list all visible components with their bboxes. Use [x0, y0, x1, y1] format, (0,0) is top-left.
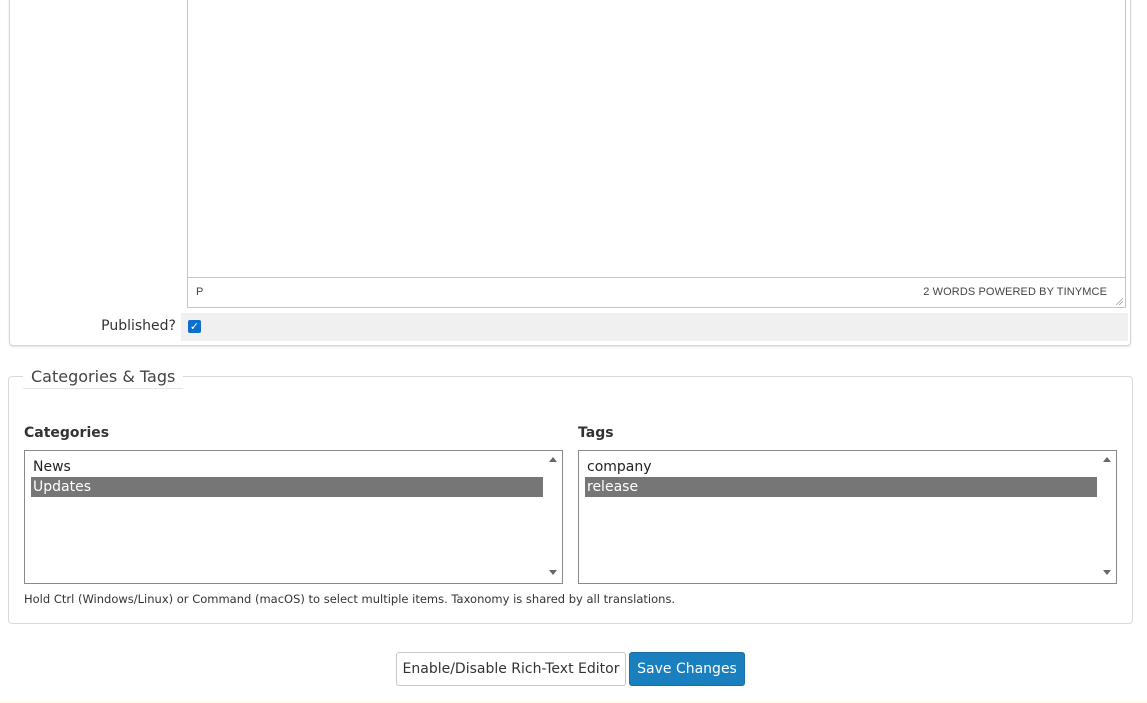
published-label: Published? [101, 318, 176, 334]
toggle-rich-text-editor-button[interactable]: Enable/Disable Rich-Text Editor [396, 652, 626, 686]
scroll-up-icon[interactable] [1103, 457, 1111, 462]
scroll-up-icon[interactable] [549, 457, 557, 462]
word-count: 2 WORDS POWERED BY TINYMCE [923, 286, 1107, 298]
save-changes-button[interactable]: Save Changes [629, 652, 745, 686]
scroll-down-icon[interactable] [1103, 570, 1111, 575]
published-row: Published? ✓ [10, 313, 1128, 341]
list-item-selected[interactable]: Updates [31, 477, 543, 497]
editor-statusbar: P 2 WORDS POWERED BY TINYMCE [188, 277, 1125, 307]
published-field: ✓ [181, 313, 1128, 341]
editor-content-area[interactable] [188, 0, 1125, 279]
scroll-down-icon[interactable] [549, 570, 557, 575]
tags-select[interactable]: company release [578, 450, 1117, 584]
categories-label: Categories [24, 425, 110, 441]
resize-handle-icon[interactable] [1115, 297, 1123, 305]
list-item[interactable]: News [31, 457, 543, 477]
tags-label: Tags [578, 425, 614, 441]
published-checkbox[interactable]: ✓ [188, 320, 201, 333]
list-item-selected[interactable]: release [585, 477, 1097, 497]
element-path[interactable]: P [196, 286, 203, 298]
categories-select[interactable]: News Updates [24, 450, 563, 584]
content-panel: P 2 WORDS POWERED BY TINYMCE Published? … [9, 0, 1131, 346]
rich-text-editor: P 2 WORDS POWERED BY TINYMCE [187, 0, 1126, 308]
list-item[interactable]: company [585, 457, 1097, 477]
categories-tags-fieldset: Categories & Tags Categories News Update… [8, 366, 1133, 624]
multi-select-hint: Hold Ctrl (Windows/Linux) or Command (ma… [24, 592, 676, 606]
fieldset-legend: Categories & Tags [23, 366, 184, 389]
